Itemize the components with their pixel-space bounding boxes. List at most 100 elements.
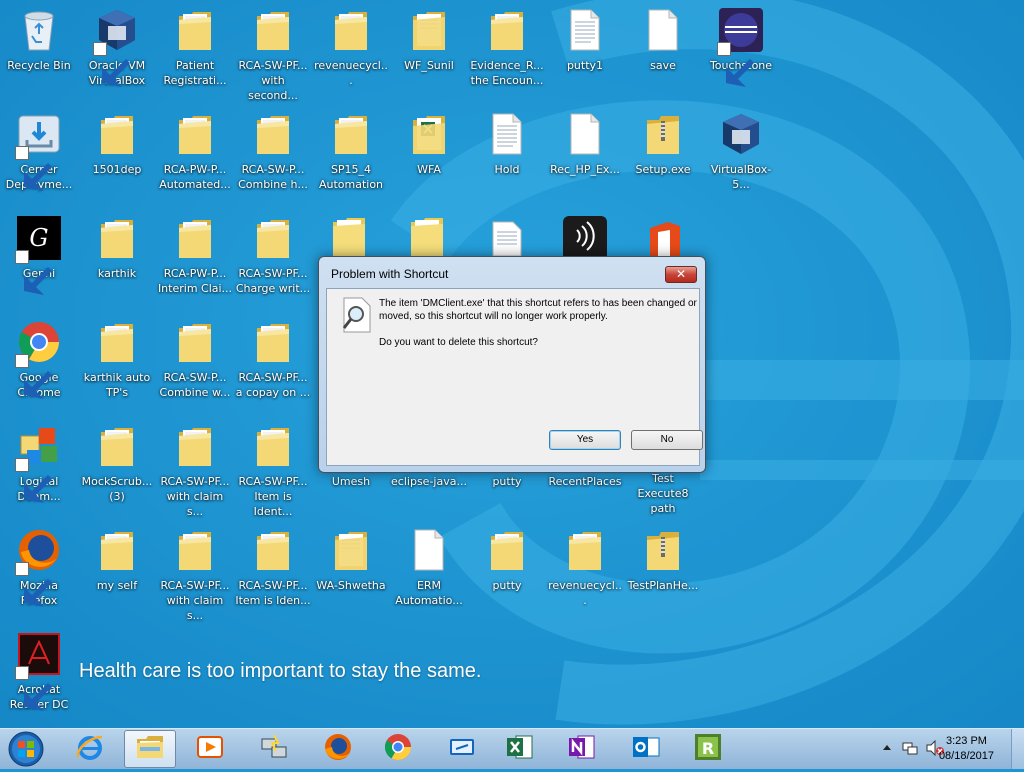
folder-icon[interactable] [409,214,445,262]
folder-icon [327,6,375,54]
desktop-icon-rca-sw-pf[interactable]: RCA-SW-PF... Item is Ident... [234,416,312,518]
desktop-icon-erm[interactable]: ERM Automatio... [390,520,468,620]
media-player-icon [194,731,226,767]
file-explorer-icon [134,731,166,767]
desktop-icon-testplanhe[interactable]: TestPlanHe... [624,520,702,620]
desktop-icon-rca-sw-pf[interactable]: RCA-SW-PF... with second... [234,0,312,102]
desktop-icon-wa-shwetha[interactable]: WA-Shwetha [312,520,390,620]
desktop-icon-putty1[interactable]: putty1 [546,0,624,100]
desktop-icon-label: RCA-SW-P... Combine h... [238,163,308,191]
desktop-icon-label: SP15_4 Automation [318,163,384,191]
desktop-icon-logical[interactable]: Logical Doam... [0,416,78,516]
desktop-icon-cerner[interactable]: Cerner Deployme... [0,104,78,204]
folder-icon [249,318,297,366]
dialog-body: The item 'DMClient.exe' that this shortc… [326,288,703,466]
desktop-icon-wfa[interactable]: WFA [390,104,468,204]
no-button[interactable]: No [631,430,703,450]
wallpaper-tagline: Health care is too important to stay the… [79,660,482,682]
desktop-icon-label: RCA-SW-PF... Charge writ... [235,267,311,295]
vbox-icon [93,6,141,87]
desktop-icon-save[interactable]: save [624,0,702,100]
desktop-icon-rec-hp-ex[interactable]: Rec_HP_Ex... [546,104,624,204]
taskbar-file-explorer-button[interactable] [124,730,176,768]
taskbar-onenote-button[interactable] [556,730,608,768]
shortcut-arrow-icon [717,42,754,87]
desktop-icon-evidence-r[interactable]: Evidence_R... the Encoun... [468,0,546,100]
show-desktop-button[interactable] [1011,729,1024,769]
desktop-icon-oracle-vm[interactable]: Oracle VM VirtualBox [78,0,156,100]
desktop-icon-mockscrub[interactable]: MockScrub... (3) [78,416,156,516]
desktop-icon-my-self[interactable]: my self [78,520,156,620]
desktop-icon-karthik-auto[interactable]: karthik auto TP's [78,312,156,412]
desktop-icon-rca-sw-pf[interactable]: RCA-SW-PF... with claim s... [156,416,234,518]
show-hidden-icons-icon[interactable] [882,743,892,753]
desktop-icon-label: putty [492,475,522,488]
shortcut-arrow-icon [15,458,52,503]
taskbar-internet-explorer-button[interactable] [64,730,116,768]
desktop-icon-rca-pw-p[interactable]: RCA-PW-P... Interim Clai... [156,208,234,308]
desktop-icon-label: karthik auto TP's [83,371,151,399]
desktop-icon-touchstone[interactable]: Touchstone [702,0,780,100]
desktop-icon-setup-exe[interactable]: Setup.exe [624,104,702,204]
desktop-icon-google[interactable]: Google Chrome [0,312,78,412]
desktop-icon-putty[interactable]: putty [468,520,546,620]
desktop-icon-label: VirtualBox-5... [710,163,772,191]
folder-icon [171,214,219,262]
taskbar-media-player-button[interactable] [184,730,236,768]
desktop-icon-rca-pw-p[interactable]: RCA-PW-P... Automated... [156,104,234,204]
desktop-icon-rca-sw-pf[interactable]: RCA-SW-PF... Item is Iden... [234,520,312,620]
yes-button[interactable]: Yes [549,430,621,450]
office-icon[interactable] [644,220,684,260]
desktop-icon-hold[interactable]: Hold [468,104,546,204]
acrobat-icon [15,630,63,711]
desktop-icon-rca-sw-p[interactable]: RCA-SW-P... Combine w... [156,312,234,412]
taskbar-outlook-button[interactable] [620,730,672,768]
nfc-app-icon[interactable] [563,216,607,256]
onenote-icon [566,731,598,767]
desktop-icon-patient[interactable]: Patient Registrati... [156,0,234,100]
desktop-icon-acrobat[interactable]: Acrobat Reader DC [0,624,78,724]
taskbar-chrome-button[interactable] [372,730,424,768]
desktop-icon-mozilla[interactable]: Mozilla Firefox [0,520,78,620]
start-button[interactable] [4,730,48,768]
folder-icon [249,110,297,158]
cerner-icon [15,110,63,191]
network-icon[interactable] [902,740,918,756]
taskbar-excel-button[interactable] [494,730,546,768]
desktop-icon-rca-sw-p[interactable]: RCA-SW-P... Combine h... [234,104,312,204]
desktop-icon-label: Test Execute8 path [637,472,689,515]
desktop-icon-revenuecycl[interactable]: revenuecycl... [312,0,390,100]
taskbar-rational-button[interactable]: R [682,730,734,768]
desktop-icon-sp15-4[interactable]: SP15_4 Automation [312,104,390,204]
text-file-icon[interactable] [491,220,523,260]
desktop-icon-label: my self [96,579,138,592]
desktop-icon-label: RCA-SW-P... Combine w... [159,371,231,399]
taskbar-network-tool-button[interactable] [248,730,300,768]
desktop-icon-label: eclipse-java... [391,475,467,488]
dialog-question: Do you want to delete this shortcut? [379,337,538,348]
desktop-icon-label: karthik [97,267,137,280]
desktop-icon-virtualbox-5[interactable]: VirtualBox-5... [702,104,780,204]
dialog-message: The item 'DMClient.exe' that this shortc… [379,298,697,322]
desktop-icon-1501dep[interactable]: 1501dep [78,104,156,204]
taskbar-remote-desktop-button[interactable] [436,730,488,768]
clock[interactable]: 3:23 PM 08/18/2017 [939,734,994,764]
desktop-icon-label: revenuecycl... [314,59,388,87]
desktop-icon-recycle-bin[interactable]: Recycle Bin [0,0,78,100]
desktop-icon-gephi[interactable]: G Gephi [0,208,78,308]
desktop-icon-wf-sunil[interactable]: WF_Sunil [390,0,468,100]
desktop-icon-revenuecycl[interactable]: revenuecycl... [546,520,624,620]
outlook-icon [630,731,662,767]
file-icon [639,6,687,54]
desktop-icon-karthik[interactable]: karthik [78,208,156,308]
dialog-close-button[interactable]: ✕ [665,266,697,283]
shortcut-arrow-icon [15,146,52,191]
folder-icon [93,214,141,262]
desktop-icon-rca-sw-pf[interactable]: RCA-SW-PF... Charge writ... [234,208,312,308]
desktop-icon-rca-sw-pf[interactable]: RCA-SW-PF... a copay on ... [234,312,312,412]
folder-icon[interactable] [331,214,367,262]
desktop-icon-rca-sw-pf[interactable]: RCA-SW-PF... with claim s... [156,520,234,622]
taskbar-firefox-button[interactable] [312,730,364,768]
desktop-icon-label: 1501dep [92,163,142,176]
remote-desktop-icon [446,731,478,767]
